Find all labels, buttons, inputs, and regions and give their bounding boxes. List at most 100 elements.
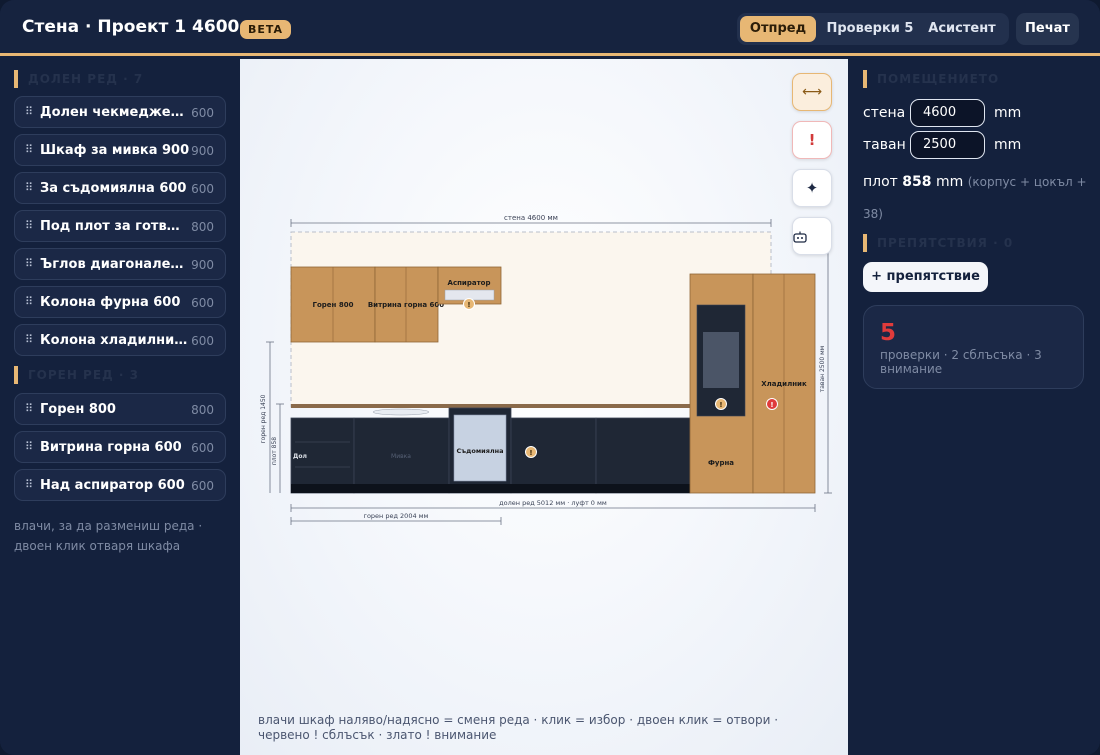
sink-label: Мивка	[391, 453, 411, 460]
list-item[interactable]: ⠿ Долен чекмеджет… 600	[14, 96, 226, 128]
list-item[interactable]: ⠿ Ъглов диагонален … 900	[14, 248, 226, 280]
page-title: Стена · Проект 1 4600	[22, 17, 240, 37]
cabinet-list-panel: ДОЛЕН РЕД · 7 ⠿ Долен чекмеджет… 600 ⠿ Ш…	[0, 59, 240, 755]
robot-icon[interactable]	[792, 217, 832, 255]
corner-cabinet	[595, 417, 691, 494]
add-obstacle-button[interactable]: + препятствие	[863, 262, 988, 292]
list-item[interactable]: ⠿ Под плот за готв… 800	[14, 210, 226, 242]
cabinet-width: 600	[191, 334, 214, 348]
checks-summary-card[interactable]: 5 проверки · 2 сблъсъка · 3 внимание	[863, 305, 1084, 389]
cabinet-name: Долен чекмеджет…	[40, 105, 190, 120]
cabinet-name: Ъглов диагонален …	[40, 257, 190, 272]
upper-row-dimension-label: горен ред 2004 мм	[364, 512, 429, 520]
plot-value: 858	[902, 174, 932, 190]
vitrina-label: Витрина горна 600	[368, 301, 444, 309]
canvas-footer-hint: влачи шкаф наляво/надясно = сменя реда ·…	[258, 713, 779, 742]
cabinet-name: Горен 800	[40, 402, 116, 417]
lower-row-heading: ДОЛЕН РЕД · 7	[14, 70, 143, 88]
drag-handle-icon[interactable]: ⠿	[25, 440, 33, 453]
ceiling-unit: mm	[994, 137, 1022, 153]
drag-handle-icon[interactable]: ⠿	[25, 181, 33, 194]
cabinet-name: За съдомиялна 600	[40, 181, 187, 196]
list-item[interactable]: ⠿ Витрина горна 600 600	[14, 431, 226, 463]
cabinet-width: 900	[191, 258, 214, 272]
cabinet-width: 800	[191, 403, 214, 417]
upper-row-heading: ГОРЕН РЕД · 3	[14, 366, 139, 384]
oven-warning-mark: !	[719, 401, 722, 409]
properties-panel: ПОМЕЩЕНИЕТО стена 4600 mm таван 2500 mm …	[848, 59, 1100, 755]
wall-unit: mm	[994, 105, 1022, 121]
cabinet-width: 600	[191, 441, 214, 455]
sparkle-icon[interactable]: ✦	[792, 169, 832, 207]
checks-count: 5	[880, 320, 897, 346]
drawer-label: Дол	[293, 453, 307, 460]
cabinet-width: 600	[191, 296, 214, 310]
app-window: Стена · Проект 1 4600 BETA Отпред Провер…	[0, 0, 1100, 755]
list-item[interactable]: ⠿ Колона хладилник … 600	[14, 324, 226, 356]
top-bar: Стена · Проект 1 4600 BETA Отпред Провер…	[0, 0, 1100, 56]
dimensions-toggle-button[interactable]: ⟷	[792, 73, 832, 111]
oven-label: Фурна	[708, 459, 734, 467]
beta-badge: BETA	[240, 20, 292, 39]
cabinet-width: 600	[191, 106, 214, 120]
ceiling-height-input[interactable]: 2500	[910, 131, 985, 159]
wall-length-input[interactable]: 4600	[910, 99, 985, 127]
plot-prefix: плот	[863, 174, 898, 190]
elevation-canvas[interactable]: стена 4600 мм Горен 800 Витрина горна 60…	[240, 59, 848, 755]
list-item[interactable]: ⠿ Колона фурна 600 600	[14, 286, 226, 318]
drag-handle-icon[interactable]: ⠿	[25, 333, 33, 346]
tab-assistant[interactable]: Асистент	[921, 16, 1003, 42]
fridge-label: Хладилник	[761, 380, 807, 388]
list-hint: влачи, за да размениш реда · двоен клик …	[14, 519, 203, 553]
cabinet-name: Колона фурна 600	[40, 295, 181, 310]
upper-height-label: горен ред 1450	[260, 394, 267, 443]
drag-handle-icon[interactable]: ⠿	[25, 295, 33, 308]
drag-handle-icon[interactable]: ⠿	[25, 143, 33, 156]
wall-label: стена	[863, 105, 906, 121]
checks-summary-text: проверки · 2 сблъсъка · 3 внимание	[880, 348, 1042, 376]
cooking-warning-mark: !	[529, 449, 532, 457]
drag-handle-icon[interactable]: ⠿	[25, 402, 33, 415]
ceiling-dimension-label: таван 2500 мм	[819, 346, 826, 392]
cabinet-name: Колона хладилник …	[40, 333, 190, 348]
drag-handle-icon[interactable]: ⠿	[25, 219, 33, 232]
list-item[interactable]: ⠿ Шкаф за мивка 900 900	[14, 134, 226, 166]
cabinet-width: 900	[191, 144, 214, 158]
hood-label: Аспиратор	[448, 279, 491, 287]
cabinet-width: 800	[191, 220, 214, 234]
upper-800-label: Горен 800	[313, 301, 354, 309]
elevation-drawing[interactable]: стена 4600 мм Горен 800 Витрина горна 60…	[240, 59, 848, 755]
room-heading: ПОМЕЩЕНИЕТО	[863, 70, 999, 88]
hood-warning-mark: !	[467, 301, 470, 309]
cabinet-name: Под плот за готв…	[40, 219, 180, 234]
tab-checks[interactable]: Проверки 5	[821, 16, 919, 42]
view-tabs: Отпред Проверки 5 Асистент	[737, 13, 1009, 45]
list-item[interactable]: ⠿ Горен 800 800	[14, 393, 226, 425]
list-item[interactable]: ⠿ Над аспиратор 600 600	[14, 469, 226, 501]
countertop	[291, 404, 690, 408]
drag-handle-icon[interactable]: ⠿	[25, 478, 33, 491]
lower-row-dimension-label: долен ред 5012 мм · луфт 0 мм	[499, 499, 607, 507]
list-item[interactable]: ⠿ За съдомиялна 600 600	[14, 172, 226, 204]
upper-height-dimension	[266, 341, 274, 493]
cabinet-name: Над аспиратор 600	[40, 478, 185, 493]
plot-unit: mm	[935, 174, 964, 190]
tab-front[interactable]: Отпред	[740, 16, 816, 42]
drag-handle-icon[interactable]: ⠿	[25, 257, 33, 270]
cabinet-width: 600	[191, 479, 214, 493]
cabinet-name: Витрина горна 600	[40, 440, 182, 455]
print-button[interactable]: Печат	[1016, 13, 1079, 45]
cabinet-width: 600	[191, 182, 214, 196]
dishwasher-label: Съдомиялна	[456, 447, 503, 455]
ceiling-label: таван	[863, 137, 906, 153]
drag-handle-icon[interactable]: ⠿	[25, 105, 33, 118]
fridge-error-mark: !	[770, 401, 773, 409]
sink-cabinet	[353, 408, 450, 494]
plot-height-label: плот 858	[271, 437, 278, 465]
obstacles-heading: ПРЕПЯТСТВИЯ · 0	[863, 234, 1013, 252]
plinth	[291, 484, 690, 493]
cooking-cabinet	[510, 417, 597, 494]
robot-glyph	[793, 231, 807, 243]
cabinet-name: Шкаф за мивка 900	[40, 143, 190, 158]
checks-toggle-button[interactable]: !	[792, 121, 832, 159]
